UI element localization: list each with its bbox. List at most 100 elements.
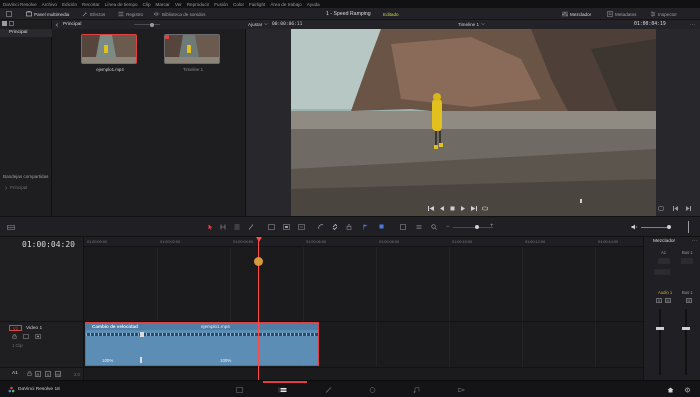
menu-reproducir[interactable]: Reproducir bbox=[187, 2, 209, 7]
overwrite-clip-icon[interactable] bbox=[283, 224, 290, 230]
auto-select-icon[interactable] bbox=[23, 334, 29, 339]
zoom-select[interactable]: Ajustar bbox=[248, 22, 268, 27]
snapping-icon[interactable] bbox=[318, 224, 324, 230]
timeline-zoom-slider[interactable] bbox=[453, 227, 493, 228]
timeline-select[interactable]: Timeline 1 bbox=[458, 22, 485, 27]
video-track-id[interactable]: V1 bbox=[9, 325, 22, 331]
home-icon[interactable] bbox=[667, 387, 674, 393]
position-lock-icon[interactable] bbox=[346, 224, 352, 230]
mixer-a1-solo[interactable]: S bbox=[656, 298, 662, 303]
play-icon[interactable] bbox=[460, 206, 466, 211]
playhead-handle-icon[interactable] bbox=[255, 237, 262, 242]
media-page-icon[interactable] bbox=[236, 387, 243, 393]
menu-fusion[interactable]: Fusión bbox=[214, 2, 228, 7]
timeline-clip[interactable]: Cambio de velocidad ejemplo1.mp4 100% 10… bbox=[85, 322, 319, 366]
bin-grid-toggle[interactable] bbox=[9, 21, 14, 26]
next-frame-icon[interactable] bbox=[685, 206, 691, 211]
track-visibility-icon[interactable] bbox=[35, 334, 41, 339]
video-track-name[interactable]: Video 1 bbox=[26, 326, 42, 331]
media-pool-tab[interactable]: Principal bbox=[63, 22, 81, 27]
dynamic-trim-icon[interactable] bbox=[234, 224, 240, 230]
mixer-bus1-mute[interactable]: M bbox=[686, 298, 692, 303]
menu-archivo[interactable]: Archivo bbox=[42, 2, 57, 7]
effects-button[interactable]: Efectos bbox=[82, 10, 105, 18]
skip-start-icon[interactable] bbox=[428, 206, 434, 211]
input-select-bus1[interactable] bbox=[681, 258, 693, 264]
media-clip-timeline[interactable] bbox=[164, 34, 220, 64]
marker-icon[interactable] bbox=[379, 224, 384, 230]
zoom-detail-icon[interactable] bbox=[416, 224, 422, 230]
retime-keyframe-marker[interactable] bbox=[254, 257, 263, 266]
volume-level-bar[interactable] bbox=[641, 227, 669, 229]
mixer-button[interactable]: Mezclador bbox=[562, 10, 591, 18]
sound-library-button[interactable]: Biblioteca de sonidos bbox=[154, 10, 205, 18]
linked-selection-icon[interactable] bbox=[332, 224, 338, 230]
play-reverse-icon[interactable] bbox=[439, 206, 445, 211]
bin-list-toggle[interactable] bbox=[2, 21, 7, 26]
settings-gear-icon[interactable] bbox=[684, 387, 691, 393]
smart-bin-item[interactable]: Principal bbox=[4, 185, 27, 190]
viewer-scrubber-handle[interactable] bbox=[580, 199, 582, 203]
skip-end-icon[interactable] bbox=[471, 206, 477, 211]
media-pool-button[interactable]: Panel multimedia bbox=[26, 10, 69, 18]
panel-toggle-button[interactable] bbox=[6, 10, 12, 18]
fullscreen-icon[interactable] bbox=[658, 206, 664, 211]
menu-fairlight[interactable]: Fairlight bbox=[249, 2, 265, 7]
index-button[interactable]: Registro bbox=[118, 10, 143, 18]
volume-slider-handle[interactable] bbox=[667, 225, 671, 229]
inspector-button[interactable]: Inspector bbox=[650, 10, 677, 18]
fader-bus1[interactable] bbox=[682, 327, 690, 330]
speed-marker[interactable] bbox=[140, 357, 142, 363]
thumb-size-slider-handle[interactable] bbox=[150, 22, 154, 27]
audio-record-button[interactable]: R bbox=[35, 370, 41, 377]
menu-edicion[interactable]: Edición bbox=[62, 2, 77, 7]
timeline-zoom-slider-handle[interactable] bbox=[475, 225, 479, 229]
edit-page-icon[interactable] bbox=[280, 387, 287, 393]
bin-item-principal[interactable]: Principal bbox=[0, 29, 52, 37]
viewer-options-button[interactable]: ··· bbox=[690, 22, 695, 28]
timeline-view-options-icon[interactable] bbox=[7, 225, 15, 230]
fusion-page-icon[interactable] bbox=[325, 387, 332, 393]
menu-marcar[interactable]: Marcar bbox=[156, 2, 170, 7]
media-clip-ejemplo1[interactable] bbox=[81, 34, 137, 64]
thumb-size-slider[interactable] bbox=[134, 24, 160, 25]
fairlight-page-icon[interactable] bbox=[413, 387, 420, 393]
stop-icon[interactable] bbox=[450, 206, 455, 211]
mixer-a1-mute[interactable]: M bbox=[665, 298, 671, 303]
lock-audio-track-icon[interactable] bbox=[27, 371, 32, 376]
prev-frame-icon[interactable] bbox=[673, 206, 679, 211]
flag-icon[interactable] bbox=[363, 224, 368, 230]
selection-tool-icon[interactable] bbox=[208, 224, 213, 230]
pan-control-a1[interactable] bbox=[654, 269, 670, 275]
speed-point-handle[interactable] bbox=[140, 332, 144, 337]
deliver-page-icon[interactable] bbox=[458, 387, 465, 393]
menu-recortar[interactable]: Recortar bbox=[82, 2, 100, 7]
menu-ver[interactable]: Ver bbox=[175, 2, 182, 7]
chevron-left-icon[interactable] bbox=[55, 22, 59, 27]
zoom-in-button[interactable]: + bbox=[490, 223, 494, 229]
audio-solo-button[interactable]: S bbox=[45, 370, 51, 377]
menu-ayuda[interactable]: Ayuda bbox=[307, 2, 320, 7]
menu-area-trabajo[interactable]: Área de trabajo bbox=[270, 2, 301, 7]
audio-track-id[interactable]: A1 bbox=[12, 371, 18, 376]
lock-track-icon[interactable] bbox=[12, 334, 17, 339]
audio-mute-button[interactable]: M bbox=[55, 370, 61, 377]
insert-clip-icon[interactable] bbox=[268, 224, 275, 230]
mixer-options-button[interactable]: ··· bbox=[692, 238, 697, 244]
blade-tool-icon[interactable] bbox=[248, 224, 254, 230]
metadata-button[interactable]: Metadatos bbox=[607, 10, 636, 18]
color-page-icon[interactable] bbox=[369, 387, 376, 393]
zoom-fit-icon[interactable] bbox=[400, 224, 406, 230]
trim-tool-icon[interactable] bbox=[220, 224, 226, 230]
menu-color[interactable]: Color bbox=[233, 2, 244, 7]
input-select-a1[interactable] bbox=[658, 258, 670, 264]
zoom-out-button[interactable]: − bbox=[446, 224, 450, 230]
timeline-ruler[interactable]: 01:00:00:00 01:00:02:00 01:00:04:00 01:0… bbox=[84, 237, 643, 247]
zoom-custom-icon[interactable] bbox=[431, 224, 437, 230]
menu-linea-tiempo[interactable]: Línea de tiempo bbox=[105, 2, 138, 7]
menu-clip[interactable]: Clip bbox=[143, 2, 151, 7]
loop-icon[interactable] bbox=[482, 206, 488, 211]
replace-clip-icon[interactable] bbox=[298, 224, 305, 230]
fader-a1[interactable] bbox=[656, 327, 664, 330]
menu-app[interactable]: DaVinci Resolve bbox=[3, 2, 37, 7]
